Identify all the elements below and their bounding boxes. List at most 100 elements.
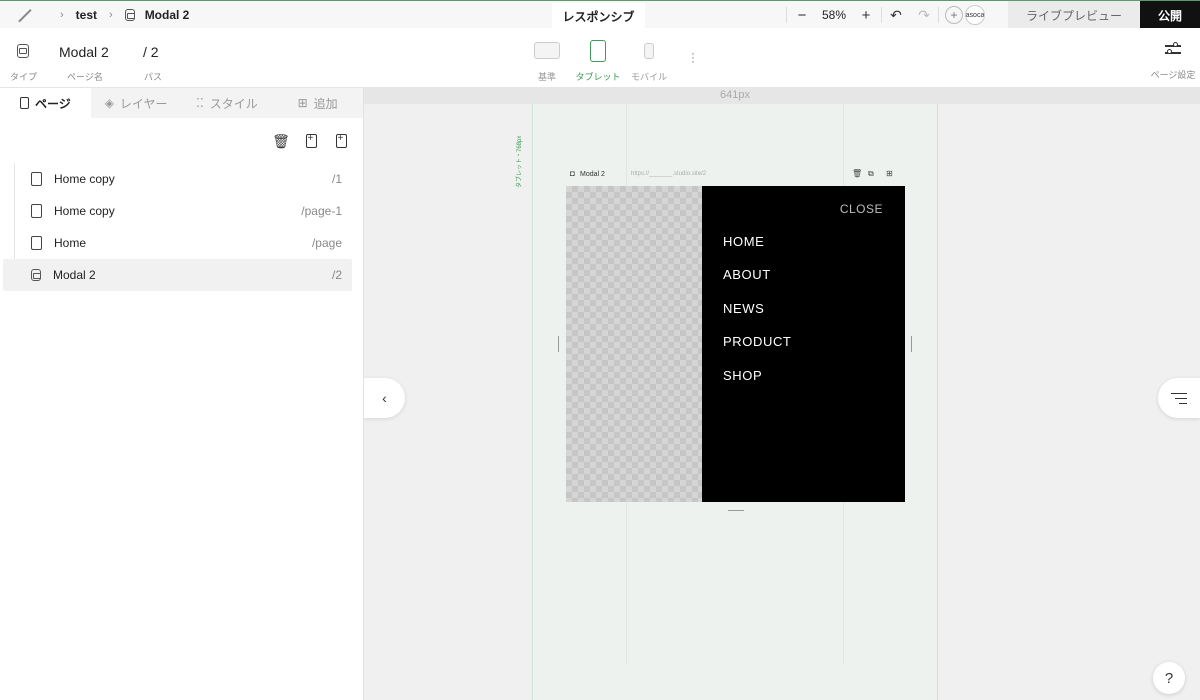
- sidebar-tabs: ページ ◈ レイヤー ⁚⁚ スタイル ⊞ 追加: [0, 88, 363, 118]
- zoom-in-button[interactable]: +: [851, 7, 881, 24]
- page-icon: [31, 172, 42, 186]
- pen-icon[interactable]: [18, 8, 32, 22]
- page-path-input[interactable]: / 2: [143, 44, 159, 60]
- device-base[interactable]: 基準: [534, 40, 560, 82]
- device-mobile[interactable]: モバイル: [631, 40, 667, 82]
- device-tablet-label: タブレット: [575, 72, 621, 82]
- list-lines-icon: [1171, 392, 1187, 404]
- more-options-icon[interactable]: · · ·: [691, 47, 695, 67]
- page-settings-button[interactable]: ページ設定: [1150, 42, 1196, 81]
- page-path: /page-1: [301, 204, 342, 218]
- open-right-panel-button[interactable]: [1158, 378, 1200, 418]
- frame-url[interactable]: https://_______.studio.site/2: [631, 171, 706, 177]
- device-mobile-label: モバイル: [630, 72, 668, 82]
- publish-button[interactable]: 公開: [1140, 1, 1200, 29]
- duplicate-page-icon[interactable]: ⧉: [868, 169, 874, 179]
- tablet-icon: [590, 40, 606, 62]
- page-path: /2: [331, 268, 342, 282]
- tab-label: スタイル: [209, 96, 258, 111]
- left-sidebar: ページ ◈ レイヤー ⁚⁚ スタイル ⊞ 追加 🗑 Home copy /1 H…: [0, 88, 364, 700]
- page-name: Home copy: [54, 172, 115, 186]
- list-item[interactable]: Home copy /1: [15, 163, 352, 195]
- list-item[interactable]: Home copy /page-1: [15, 195, 352, 227]
- ruler-width-label: 641px: [720, 89, 750, 101]
- duplicate-page-icon[interactable]: [303, 132, 319, 150]
- chevron-left-icon: ‹: [382, 390, 387, 406]
- zoom-out-button[interactable]: −: [787, 7, 817, 24]
- ruler: 641px: [364, 88, 1200, 104]
- trash-icon[interactable]: 🗑: [272, 132, 290, 150]
- avatar[interactable]: asoca: [965, 5, 985, 25]
- page-tools: 🗑: [272, 132, 349, 150]
- frame-header: ◘ Modal 2 https://_______.studio.site/2 …: [568, 168, 908, 182]
- tab-add[interactable]: ⊞ 追加: [272, 88, 363, 118]
- page-list: Home copy /1 Home copy /page-1 Home /pag…: [3, 163, 352, 291]
- zoom-controls: − 58% + ↶ ↷ + asoca: [786, 1, 985, 29]
- help-button[interactable]: ?: [1153, 662, 1185, 694]
- modal-icon: ◘: [570, 169, 575, 178]
- tab-layers[interactable]: ◈ レイヤー: [91, 88, 182, 118]
- mobile-icon: [644, 43, 654, 59]
- tab-label: レイヤー: [119, 96, 168, 111]
- modal-preview-frame[interactable]: CLOSE HOME ABOUT NEWS PRODUCT SHOP: [566, 186, 905, 502]
- zoom-level: 58%: [821, 8, 847, 22]
- layers-icon: ◈: [104, 96, 114, 110]
- divider: [938, 7, 939, 23]
- menu-item-shop[interactable]: SHOP: [723, 368, 762, 383]
- page-toolbar: タイプ Modal 2 ページ名 / 2 パス 基準 タブレット モバイル · ·…: [0, 28, 1200, 88]
- page-type-label: タイプ: [10, 72, 38, 82]
- page-name-input[interactable]: Modal 2: [59, 44, 109, 60]
- list-item[interactable]: Modal 2 /2: [3, 259, 352, 291]
- modal-icon: [124, 8, 135, 21]
- list-item[interactable]: Home /page: [15, 227, 352, 259]
- settings-sliders-icon: [1165, 42, 1181, 56]
- menu-item-product[interactable]: PRODUCT: [723, 334, 791, 349]
- frame-name[interactable]: Modal 2: [580, 171, 605, 178]
- tab-style[interactable]: ⁚⁚ スタイル: [182, 88, 273, 118]
- transparent-backdrop: [566, 186, 702, 502]
- menu-item-about[interactable]: ABOUT: [723, 267, 771, 282]
- breadcrumb-project[interactable]: test: [76, 8, 97, 22]
- responsive-tab[interactable]: レスポンシブ: [552, 3, 645, 29]
- page-icon: [31, 204, 42, 218]
- breakpoint-label: タブレット・768px: [517, 135, 523, 188]
- undo-button[interactable]: ↶: [882, 7, 910, 24]
- device-tablet[interactable]: タブレット: [575, 40, 621, 82]
- resize-handle-left[interactable]: [558, 336, 559, 352]
- breadcrumb-page[interactable]: Modal 2: [145, 8, 190, 22]
- tab-label: 追加: [313, 96, 338, 111]
- page-path-label: パス: [144, 72, 163, 82]
- trash-icon[interactable]: 🗑: [852, 169, 862, 178]
- device-base-label: 基準: [537, 72, 557, 82]
- modal-icon: [17, 44, 29, 58]
- modal-menu[interactable]: CLOSE HOME ABOUT NEWS PRODUCT SHOP: [702, 186, 905, 502]
- breadcrumb: › test › Modal 2: [0, 1, 201, 28]
- tab-label: ページ: [34, 96, 71, 111]
- page-name: Home: [54, 236, 87, 250]
- invite-user-button[interactable]: +: [945, 6, 963, 24]
- page-name-label: ページ名: [67, 72, 103, 82]
- page-settings-label: ページ設定: [1150, 70, 1196, 80]
- menu-item-news[interactable]: NEWS: [723, 301, 764, 316]
- close-link[interactable]: CLOSE: [840, 202, 883, 216]
- canvas[interactable]: 641px タブレット・768px ◘ Modal 2 https://____…: [364, 88, 1200, 700]
- page-path: /1: [331, 172, 342, 186]
- resize-handle-bottom[interactable]: [728, 510, 744, 511]
- redo-button[interactable]: ↷: [910, 7, 938, 24]
- chevron-right-icon: ›: [109, 8, 113, 21]
- menu-item-home[interactable]: HOME: [723, 234, 764, 249]
- live-preview-button[interactable]: ライブプレビュー: [1008, 1, 1140, 29]
- pages-icon: [19, 97, 29, 109]
- desktop-icon: [534, 42, 560, 59]
- resize-handle-right[interactable]: [911, 336, 912, 352]
- page-icon: [31, 236, 42, 250]
- chevron-right-icon: ›: [60, 8, 64, 21]
- page-path: /page: [311, 236, 342, 250]
- page-name: Home copy: [54, 204, 115, 218]
- tab-pages[interactable]: ページ: [0, 88, 91, 118]
- add-page-icon[interactable]: ⊞: [886, 169, 893, 178]
- add-page-icon[interactable]: [333, 132, 349, 150]
- top-bar: › test › Modal 2 レスポンシブ − 58% + ↶ ↷ + as…: [0, 0, 1200, 29]
- modal-icon: [31, 269, 41, 281]
- collapse-left-panel-button[interactable]: ‹: [364, 378, 405, 418]
